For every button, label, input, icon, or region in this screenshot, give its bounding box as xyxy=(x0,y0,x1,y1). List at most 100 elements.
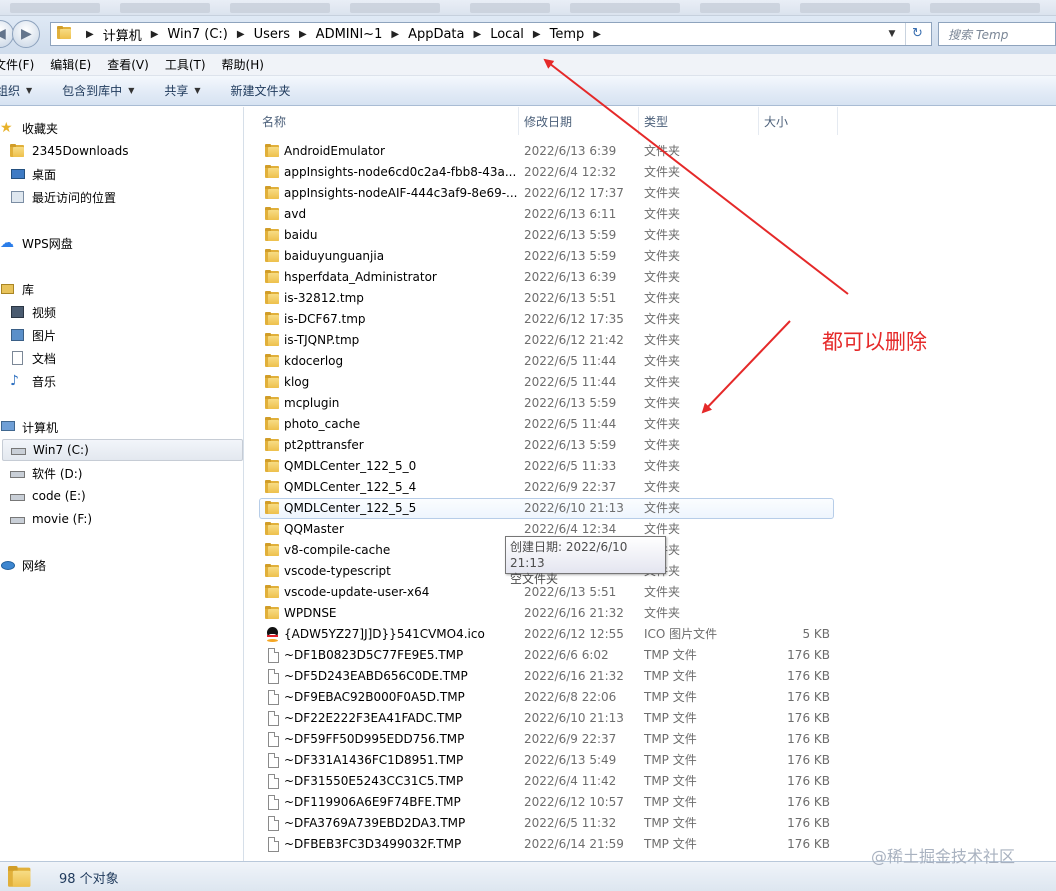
file-type: 文件夹 xyxy=(644,312,681,326)
file-row[interactable]: is-DCF67.tmp 2022/6/12 17:35 文件夹 xyxy=(245,309,1056,330)
column-header-date[interactable]: 修改日期 xyxy=(519,107,639,135)
breadcrumb-item[interactable]: Users ▶ xyxy=(254,27,316,42)
network-icon xyxy=(0,558,16,572)
nav-network[interactable]: 网络 xyxy=(0,554,46,576)
nav-drive-e[interactable]: code (E:) xyxy=(10,485,86,507)
nav-drive-f[interactable]: movie (F:) xyxy=(10,508,92,530)
file-row[interactable]: appInsights-nodeAIF-444c3af9-8e69-... 202… xyxy=(245,183,1056,204)
refresh-icon[interactable]: ↻ xyxy=(905,23,929,45)
nav-desktop[interactable]: 桌面 xyxy=(10,163,56,185)
menu-tools[interactable]: 工具(T) xyxy=(165,56,206,73)
breadcrumb-item[interactable]: ADMINI~1 ▶ xyxy=(316,27,408,42)
file-name: ~DF9EBAC92B000F0A5D.TMP xyxy=(284,690,465,704)
folder-icon xyxy=(265,375,281,389)
file-date: 2022/6/14 21:59 xyxy=(524,837,624,851)
nav-libraries[interactable]: 库 xyxy=(0,278,34,300)
file-row[interactable]: avd 2022/6/13 6:11 文件夹 xyxy=(245,204,1056,225)
file-name: v8-compile-cache xyxy=(284,543,391,557)
file-row[interactable]: ~DF22E222F3EA41FADC.TMP 2022/6/10 21:13 TM… xyxy=(245,708,1056,729)
file-name: ~DF331A1436FC1D8951.TMP xyxy=(284,753,464,767)
address-bar[interactable]: ▶ 计算机 ▶ Win7 (C:) ▶ Users ▶ ADMINI~1 ▶ AppDa… xyxy=(50,22,932,46)
file-row[interactable]: is-32812.tmp 2022/6/13 5:51 文件夹 xyxy=(245,288,1056,309)
organize-button[interactable]: 组织 ▼ xyxy=(0,82,32,99)
star-icon: ★ xyxy=(0,120,13,136)
column-header-type[interactable]: 类型 xyxy=(639,107,759,135)
file-row[interactable]: ~DFA3769A739EBD2DA3.TMP 2022/6/5 11:32 TMP… xyxy=(245,813,1056,834)
menu-help[interactable]: 帮助(H) xyxy=(222,56,264,73)
include-in-library-button[interactable]: 包含到库中 ▼ xyxy=(62,82,134,99)
file-date: 2022/6/10 21:13 xyxy=(524,501,624,515)
nav-wps-cloud[interactable]: ☁ WPS网盘 xyxy=(0,232,73,254)
breadcrumb-item[interactable]: Temp ▶ xyxy=(550,27,610,42)
desktop-icon xyxy=(10,167,26,181)
nav-documents[interactable]: 文档 xyxy=(10,347,56,369)
nav-downloads[interactable]: 2345Downloads xyxy=(10,140,128,162)
address-dropdown-icon[interactable]: ▼ xyxy=(883,25,901,43)
search-input[interactable]: 搜索 Temp xyxy=(938,22,1056,46)
file-size xyxy=(765,309,830,330)
folder-icon xyxy=(265,501,281,515)
file-type: 文件夹 xyxy=(644,354,681,368)
recent-places-icon xyxy=(10,190,26,204)
file-row[interactable]: ~DF59FF50D995EDD756.TMP 2022/6/9 22:37 TMP… xyxy=(245,729,1056,750)
file-row[interactable]: QMDLCenter_122_5_4 2022/6/9 22:37 文件夹 xyxy=(245,477,1056,498)
file-row[interactable]: appInsights-node6cd0c2a4-fbb8-43a... 2022… xyxy=(245,162,1056,183)
nav-drive-c[interactable]: Win7 (C:) xyxy=(2,439,243,461)
file-size xyxy=(765,561,830,582)
file-row[interactable]: ~DF331A1436FC1D8951.TMP 2022/6/13 5:49 TMP… xyxy=(245,750,1056,771)
breadcrumb-item[interactable]: Win7 (C:) ▶ xyxy=(167,27,253,42)
file-date: 2022/6/5 11:44 xyxy=(524,354,617,368)
breadcrumb-item[interactable]: AppData ▶ xyxy=(408,27,490,42)
file-size xyxy=(765,393,830,414)
file-row[interactable]: baiduyunguanjia 2022/6/13 5:59 文件夹 xyxy=(245,246,1056,267)
menu-edit[interactable]: 编辑(E) xyxy=(50,56,91,73)
file-row[interactable]: pt2pttransfer 2022/6/13 5:59 文件夹 xyxy=(245,435,1056,456)
file-row[interactable]: ~DF31550E5243CC31C5.TMP 2022/6/4 11:42 TMP… xyxy=(245,771,1056,792)
chevron-down-icon: ▼ xyxy=(128,86,135,95)
file-row[interactable]: photo_cache 2022/6/5 11:44 文件夹 xyxy=(245,414,1056,435)
drive-icon xyxy=(10,489,26,503)
new-folder-button[interactable]: 新建文件夹 xyxy=(231,82,291,99)
breadcrumb-item[interactable]: 计算机 ▶ xyxy=(103,25,168,44)
file-row[interactable]: ~DF5D243EABD656C0DE.TMP 2022/6/16 21:32 TM… xyxy=(245,666,1056,687)
file-row[interactable]: kdocerlog 2022/6/5 11:44 文件夹 xyxy=(245,351,1056,372)
file-date: 2022/6/6 6:02 xyxy=(524,648,609,662)
file-name: QMDLCenter_122_5_5 xyxy=(284,501,417,515)
file-type: TMP 文件 xyxy=(644,774,697,788)
nav-drive-d[interactable]: 软件 (D:) xyxy=(10,462,82,484)
file-row[interactable]: {ADW5YZ27]J]D}}541CVMO4.ico 2022/6/12 12:… xyxy=(245,624,1056,645)
file-name: ~DF22E222F3EA41FADC.TMP xyxy=(284,711,462,725)
file-size: 176 KB xyxy=(787,816,830,830)
nav-videos[interactable]: 视频 xyxy=(10,301,56,323)
nav-music[interactable]: ♪ 音乐 xyxy=(10,370,56,392)
file-row[interactable]: WPDNSE 2022/6/16 21:32 文件夹 xyxy=(245,603,1056,624)
share-button[interactable]: 共享 ▼ xyxy=(164,82,200,99)
breadcrumb-item[interactable]: Local ▶ xyxy=(490,27,549,42)
file-row[interactable]: klog 2022/6/5 11:44 文件夹 xyxy=(245,372,1056,393)
file-row[interactable]: hsperfdata_Administrator 2022/6/13 6:39 文件… xyxy=(245,267,1056,288)
file-row[interactable]: ~DF119906A6E9F74BFE.TMP 2022/6/12 10:57 TM… xyxy=(245,792,1056,813)
menu-bar: 文件(F) 编辑(E) 查看(V) 工具(T) 帮助(H) xyxy=(0,54,1056,76)
nav-computer[interactable]: 计算机 xyxy=(0,416,58,438)
column-header-size[interactable]: 大小 xyxy=(759,107,838,135)
file-row[interactable]: AndroidEmulator 2022/6/13 6:39 文件夹 xyxy=(245,141,1056,162)
nav-pictures[interactable]: 图片 xyxy=(10,324,56,346)
file-type: 文件夹 xyxy=(644,438,681,452)
nav-favorites[interactable]: ★ 收藏夹 xyxy=(0,117,58,139)
menu-file[interactable]: 文件(F) xyxy=(0,56,34,73)
file-row[interactable]: ~DF1B0823D5C77FE9E5.TMP 2022/6/6 6:02 TMP … xyxy=(245,645,1056,666)
column-header-name[interactable]: 名称 xyxy=(245,107,519,135)
file-size xyxy=(765,477,830,498)
file-row[interactable]: is-TJQNP.tmp 2022/6/12 21:42 文件夹 xyxy=(245,330,1056,351)
file-row[interactable]: baidu 2022/6/13 5:59 文件夹 xyxy=(245,225,1056,246)
file-row[interactable]: QMDLCenter_122_5_5 2022/6/10 21:13 文件夹 xyxy=(245,498,1056,519)
file-name: ~DF31550E5243CC31C5.TMP xyxy=(284,774,464,788)
menu-view[interactable]: 查看(V) xyxy=(107,56,149,73)
nav-recent[interactable]: 最近访问的位置 xyxy=(10,186,116,208)
forward-button[interactable]: ▶ xyxy=(12,20,40,48)
folder-icon xyxy=(265,312,281,326)
file-name: vscode-typescript xyxy=(284,564,391,578)
file-row[interactable]: QMDLCenter_122_5_0 2022/6/5 11:33 文件夹 xyxy=(245,456,1056,477)
file-row[interactable]: ~DF9EBAC92B000F0A5D.TMP 2022/6/8 22:06 TMP… xyxy=(245,687,1056,708)
file-row[interactable]: mcplugin 2022/6/13 5:59 文件夹 xyxy=(245,393,1056,414)
